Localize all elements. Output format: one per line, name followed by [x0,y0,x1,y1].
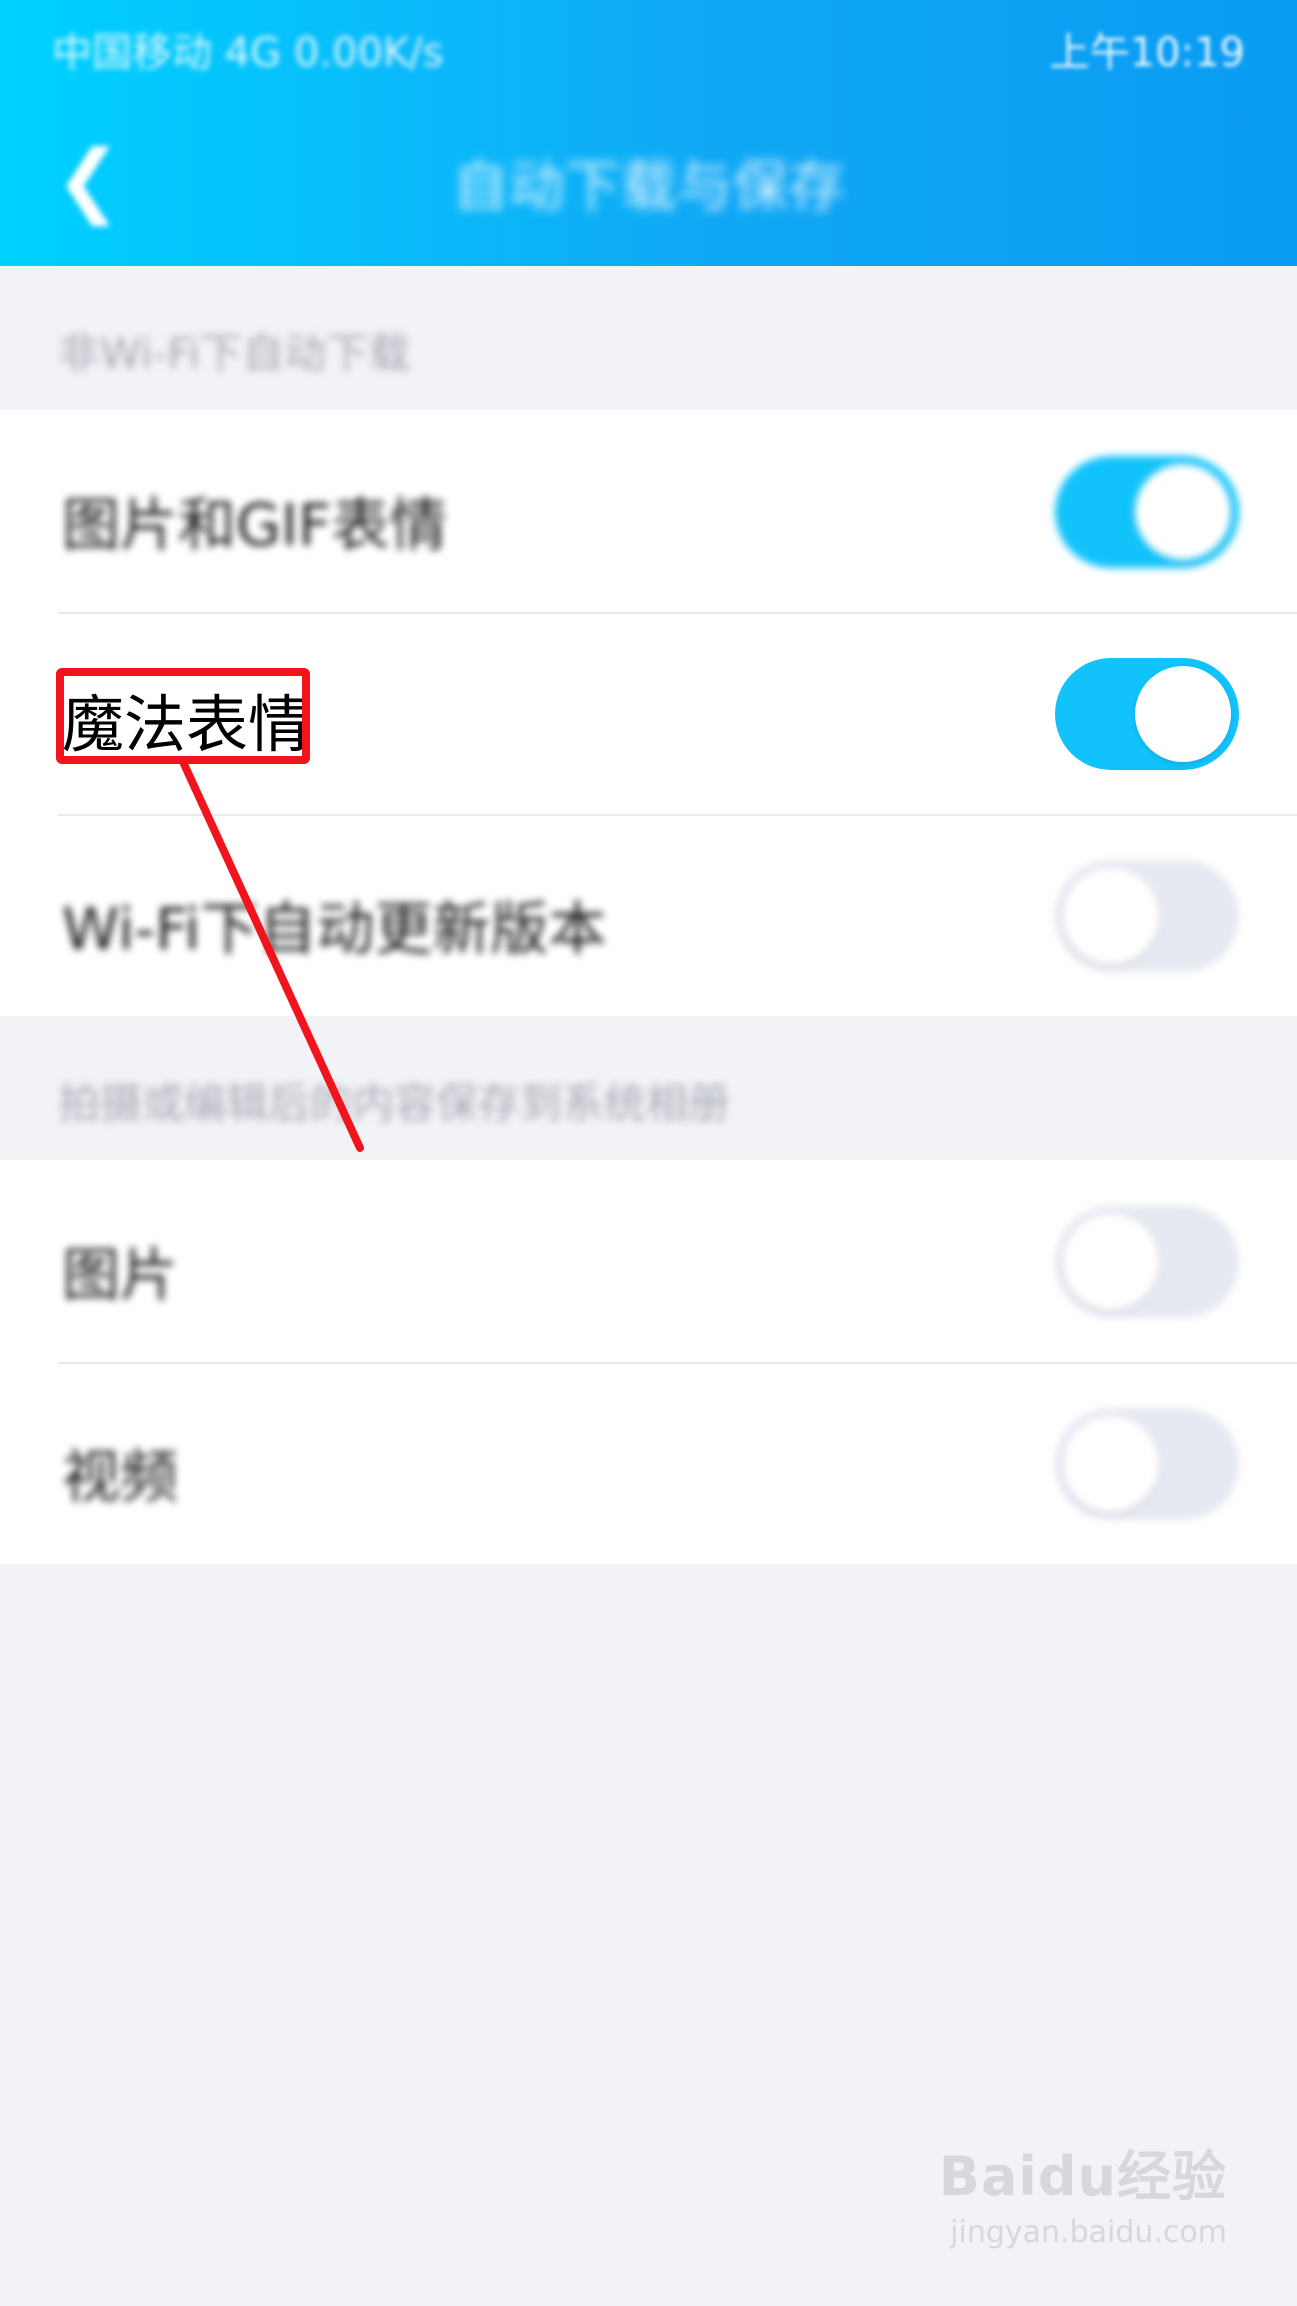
annotation-arrow [180,760,364,1152]
watermark-url: jingyan.baidu.com [950,2215,1227,2250]
watermark: Baidu经验 jingyan.baidu.com [939,2132,1227,2250]
watermark-logo: Baidu经验 [938,2145,1227,2208]
